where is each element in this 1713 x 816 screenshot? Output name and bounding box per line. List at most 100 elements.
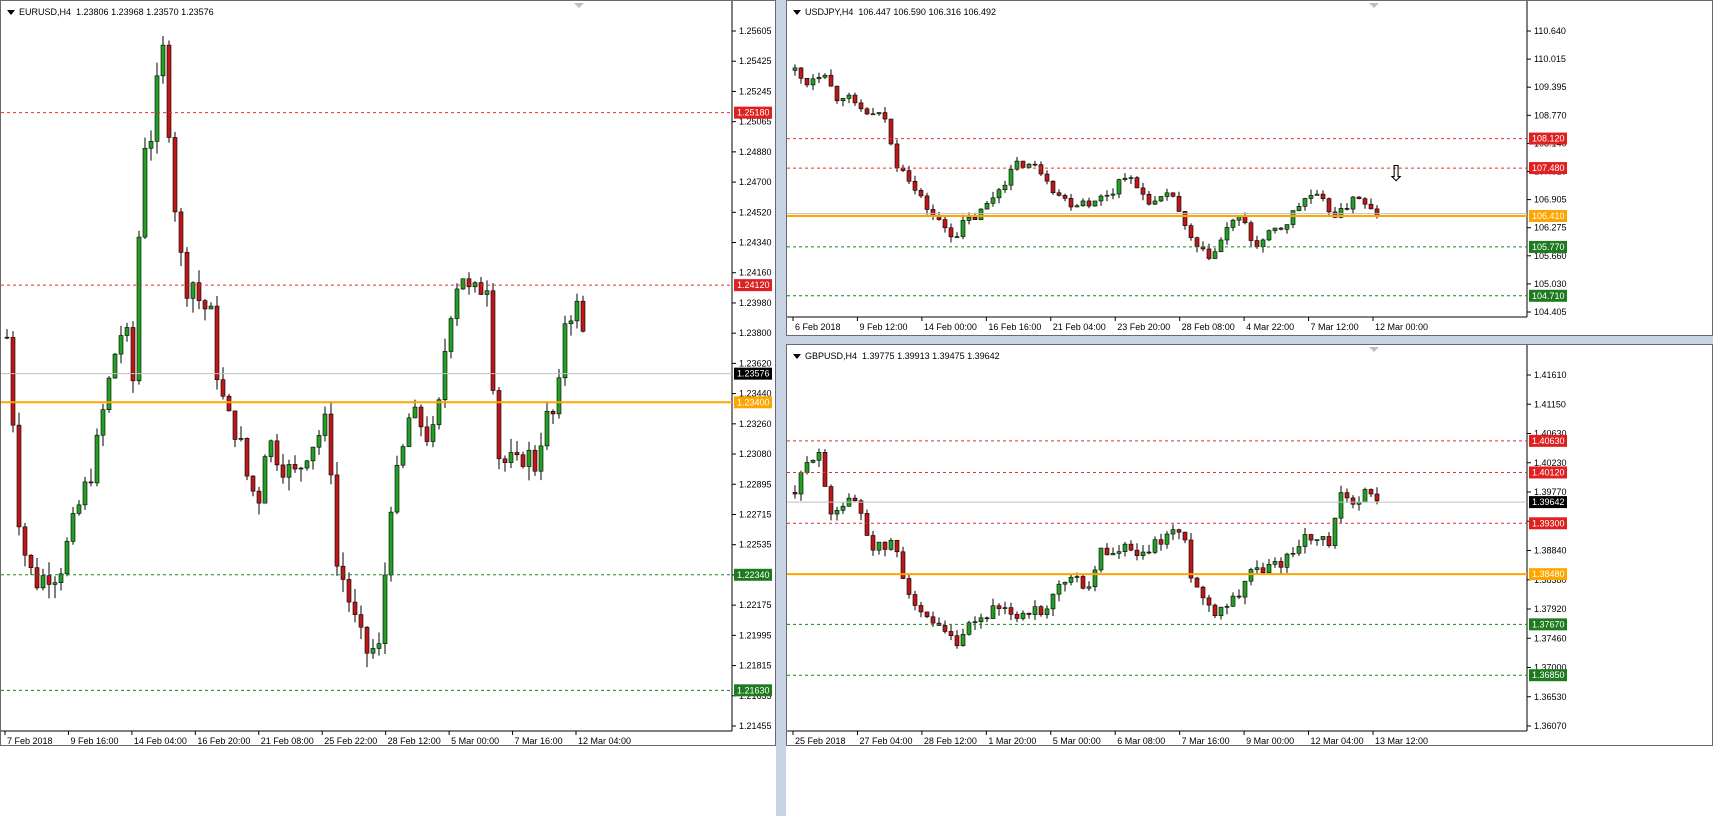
eurusd-candle-body (214, 305, 220, 380)
eurusd-candle-body (202, 300, 208, 310)
eurusd-time-label: 25 Feb 22:00 (324, 736, 377, 746)
usdjpy-candle-body (828, 74, 834, 87)
gbpusd-candle-body (1224, 606, 1230, 608)
usdjpy-candle-body (1218, 239, 1224, 253)
gbpusd-candle-body (852, 497, 858, 502)
eurusd-candle-body (400, 446, 406, 466)
eurusd-candle-body (94, 434, 100, 484)
usdjpy-candle-body (1260, 239, 1266, 247)
gbpusd-candle-body (1218, 606, 1224, 617)
gbpusd-chart[interactable]: 1.41610 1.41150 1.40630 1.40230 1.39770 1.393… (787, 345, 1713, 746)
eurusd-candle-body (184, 252, 190, 299)
gbpusd-chart-pane[interactable]: 1.41610 1.41150 1.40630 1.40230 1.39770 1.393… (786, 344, 1713, 746)
eurusd-level-tag-label: 1.23576 (737, 369, 770, 379)
eurusd-candle-body (28, 554, 34, 568)
gbpusd-candle-body (918, 605, 924, 613)
eurusd-candle-body (64, 541, 70, 575)
usdjpy-candle-body (1188, 225, 1194, 239)
eurusd-price-label: 1.23080 (739, 449, 772, 459)
eurusd-candle-body (256, 490, 262, 504)
eurusd-candle-body (490, 290, 496, 391)
usdjpy-candle-body (1272, 227, 1278, 231)
eurusd-candle-body (544, 410, 550, 447)
eurusd-candle-body (112, 353, 118, 379)
usdjpy-candle-body (924, 195, 930, 210)
eurusd-candle-body (250, 475, 256, 492)
gbpusd-candle-body (1152, 539, 1158, 553)
vertical-splitter[interactable] (776, 0, 786, 816)
usdjpy-candle-body (1032, 163, 1038, 166)
eurusd-candle-body (172, 137, 178, 213)
eurusd-candle-body (280, 464, 286, 478)
gbpusd-chart-title: GBPUSD,H4 1.39775 1.39913 1.39475 1.3964… (793, 351, 1000, 361)
usdjpy-candle-body (1146, 193, 1152, 205)
usdjpy-candle-body (1326, 198, 1332, 213)
gbpusd-candle-body (1170, 529, 1176, 535)
gbpusd-candle-body (1290, 552, 1296, 555)
eurusd-candle-body (16, 424, 22, 528)
gbpusd-candle-body (1140, 551, 1146, 556)
gbpusd-candle-body (798, 472, 804, 495)
eurusd-candle-body (88, 481, 94, 484)
gbpusd-candle-body (1266, 563, 1272, 574)
gbpusd-price-label: 1.37920 (1534, 604, 1567, 614)
usdjpy-candle-body (810, 78, 816, 86)
eurusd-chart[interactable]: 1.256051.254251.252451.250651.248801.247… (1, 1, 776, 746)
chevron-down-icon[interactable] (7, 10, 15, 16)
horizontal-splitter[interactable] (786, 336, 1713, 344)
usdjpy-chart[interactable]: 110.640110.015109.395108.770108.140107.5… (787, 1, 1713, 336)
gbpusd-candle-body (1314, 539, 1320, 541)
usdjpy-candle-body (1308, 195, 1314, 199)
gbpusd-candle-body (1278, 561, 1284, 568)
usdjpy-candle-body (1050, 180, 1056, 194)
eurusd-candle-body (4, 336, 10, 339)
usdjpy-candle-body (1020, 160, 1026, 168)
gbpusd-candle-body (1044, 608, 1050, 616)
eurusd-price-label: 1.24340 (739, 238, 772, 248)
eurusd-candle-body (310, 446, 316, 462)
usdjpy-candle-body (906, 170, 912, 182)
gbpusd-candle-body (1050, 593, 1056, 610)
usdjpy-candle-body (1350, 196, 1356, 210)
gbpusd-candle-body (906, 578, 912, 595)
eurusd-candle-body (496, 390, 502, 460)
usdjpy-candle-body (966, 217, 972, 221)
gbpusd-time-label: 9 Mar 00:00 (1246, 736, 1294, 746)
eurusd-candle-body (316, 435, 322, 448)
eurusd-candle-body (340, 565, 346, 580)
gbpusd-time-label: 25 Feb 2018 (795, 736, 846, 746)
eurusd-candle-body (106, 377, 112, 410)
eurusd-price-label: 1.24700 (739, 177, 772, 187)
eurusd-price-label: 1.21815 (739, 661, 772, 671)
usdjpy-candle-body (1026, 163, 1032, 168)
gbpusd-price-label: 1.36070 (1534, 721, 1567, 731)
eurusd-candle-body (406, 417, 412, 447)
gbpusd-candle-body (1200, 586, 1206, 599)
eurusd-candle-body (526, 449, 532, 467)
usdjpy-candle-body (816, 76, 822, 80)
usdjpy-candle-body (1116, 179, 1122, 195)
chevron-down-icon[interactable] (793, 10, 801, 16)
gbpusd-candle-body (810, 459, 816, 463)
usdjpy-candle-body (1158, 196, 1164, 202)
gbpusd-time-label: 13 Mar 12:00 (1375, 736, 1428, 746)
gbpusd-time-label: 28 Feb 12:00 (924, 736, 977, 746)
gbpusd-candle-body (1110, 553, 1116, 556)
eurusd-candle-body (130, 327, 136, 382)
usdjpy-time-label: 9 Feb 12:00 (859, 322, 907, 332)
usdjpy-chart-pane[interactable]: 110.640110.015109.395108.770108.140107.5… (786, 0, 1713, 336)
eurusd-level-tag-label: 1.21630 (737, 685, 770, 695)
gbpusd-candle-body (828, 486, 834, 515)
eurusd-price-label: 1.23620 (739, 358, 772, 368)
eurusd-chart-pane[interactable]: 1.25605 1.25425 1.25245 1.25065 1.24880 1.247… (0, 0, 776, 746)
usdjpy-candle-body (1224, 227, 1230, 241)
chevron-down-icon[interactable] (793, 354, 801, 360)
usdjpy-time-label: 12 Mar 00:00 (1375, 322, 1428, 332)
gbpusd-level-tag-label: 1.37670 (1532, 619, 1565, 629)
eurusd-candle-body (208, 305, 214, 310)
usdjpy-candle-body (882, 112, 888, 120)
gbpusd-candle-body (1038, 606, 1044, 616)
eurusd-price-label: 1.22535 (739, 540, 772, 550)
gbpusd-candle-body (840, 505, 846, 511)
usdjpy-level-tag-label: 106.410 (1532, 211, 1565, 221)
